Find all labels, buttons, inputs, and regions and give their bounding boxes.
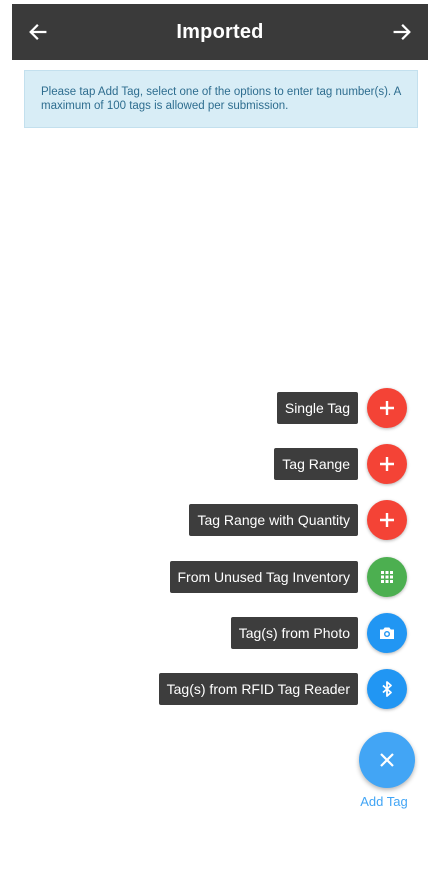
fab-label-tag-range[interactable]: Tag Range bbox=[274, 448, 358, 480]
fab-label-single-tag[interactable]: Single Tag bbox=[276, 392, 358, 424]
fab-label-rfid[interactable]: Tag(s) from RFID Tag Reader bbox=[158, 673, 358, 705]
back-button[interactable] bbox=[16, 4, 60, 60]
fab-item-photo[interactable]: Tag(s) from Photo bbox=[0, 613, 440, 653]
tag-range-quantity-button[interactable] bbox=[367, 500, 407, 540]
fab-label-photo[interactable]: Tag(s) from Photo bbox=[230, 617, 358, 649]
plus-icon bbox=[380, 457, 394, 471]
fab-label-unused-inventory[interactable]: From Unused Tag Inventory bbox=[169, 561, 358, 593]
fab-item-tag-range[interactable]: Tag Range bbox=[0, 444, 440, 484]
arrow-right-icon bbox=[393, 24, 411, 40]
page-title: Imported bbox=[176, 20, 264, 43]
app-bar: Imported bbox=[12, 4, 428, 60]
plus-icon bbox=[380, 401, 394, 415]
unused-inventory-button[interactable] bbox=[367, 557, 407, 597]
close-icon bbox=[380, 753, 394, 767]
fab-label-tag-range-quantity[interactable]: Tag Range with Quantity bbox=[189, 504, 358, 536]
forward-button[interactable] bbox=[380, 4, 424, 60]
single-tag-button[interactable] bbox=[367, 388, 407, 428]
info-message: Please tap Add Tag, select one of the op… bbox=[24, 70, 418, 128]
plus-icon bbox=[380, 513, 394, 527]
add-tag-label: Add Tag bbox=[360, 794, 408, 809]
add-tag-button[interactable] bbox=[359, 732, 415, 788]
tag-range-button[interactable] bbox=[367, 444, 407, 484]
fab-item-single-tag[interactable]: Single Tag bbox=[0, 388, 440, 428]
fab-item-rfid[interactable]: Tag(s) from RFID Tag Reader bbox=[0, 669, 440, 709]
fab-item-tag-range-quantity[interactable]: Tag Range with Quantity bbox=[0, 500, 440, 540]
fab-item-unused-inventory[interactable]: From Unused Tag Inventory bbox=[0, 557, 440, 597]
photo-button[interactable] bbox=[367, 613, 407, 653]
camera-icon bbox=[380, 627, 394, 639]
grid-icon bbox=[381, 571, 393, 583]
rfid-button[interactable] bbox=[367, 669, 407, 709]
arrow-left-icon bbox=[29, 24, 47, 40]
bluetooth-icon bbox=[382, 681, 392, 697]
